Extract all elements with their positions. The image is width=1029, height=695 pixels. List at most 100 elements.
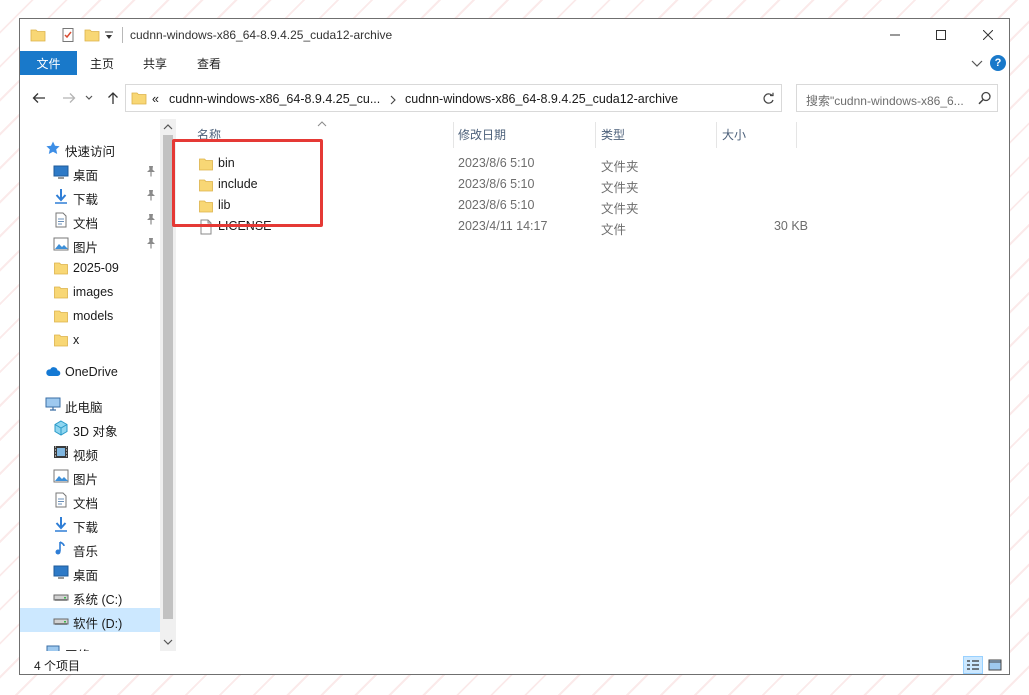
expand-ribbon-icon[interactable] [971,58,983,72]
column-divider[interactable] [453,122,454,148]
sidebar-item-x[interactable]: x [20,328,160,352]
folder-icon [53,284,69,300]
sidebar-item-图片[interactable]: 图片 [20,232,160,256]
close-button[interactable] [965,19,1009,51]
help-icon[interactable]: ? [990,55,1006,71]
search-icon[interactable] [978,91,992,108]
column-divider[interactable] [716,122,717,148]
status-bar: 4 个项目 [20,653,1009,674]
item-count: 4 个项目 [34,659,81,673]
breadcrumb-current[interactable]: cudnn-windows-x86_64-8.9.4.25_cuda12-arc… [405,92,678,106]
sidebar-item-pc-3[interactable]: 文档 [20,488,160,512]
column-header-type[interactable]: 类型 [601,126,625,143]
video-icon [53,444,69,460]
desktop-icon [53,564,69,580]
details-view-button[interactable] [963,656,983,674]
tab-view[interactable]: 查看 [197,51,221,75]
customize-toolbar-icon[interactable] [104,29,114,44]
nav-label: 此电脑 [65,401,103,415]
nav-label: 快速访问 [65,145,116,159]
desktop-icon [53,164,69,180]
column-header-date[interactable]: 修改日期 [458,126,506,143]
forward-button[interactable] [59,88,79,108]
nav-label: images [73,285,114,299]
document-icon [53,212,69,228]
large-icons-view-button[interactable] [985,656,1005,674]
column-divider[interactable] [796,122,797,148]
sidebar-item-pc-1[interactable]: 视频 [20,440,160,464]
nav-quick-access[interactable]: 快速访问 [20,136,160,160]
scroll-down-icon[interactable] [163,639,173,646]
new-folder-icon[interactable] [84,27,100,46]
search-input[interactable]: 搜索"cudnn-windows-x86_6... [796,84,998,112]
sidebar-item-下载[interactable]: 下载 [20,184,160,208]
navigation-bar: « cudnn-windows-x86_64-8.9.4.25_cu... cu… [20,81,1009,115]
sidebar-item-pc-0[interactable]: 3D 对象 [20,416,160,440]
picture-icon [53,236,69,252]
highlight-box [172,139,323,227]
file-date: 2023/8/6 5:10 [458,198,535,212]
up-button[interactable] [103,88,123,108]
sidebar-item-images[interactable]: images [20,280,160,304]
breadcrumb-overflow[interactable]: « [152,92,159,106]
recent-locations-button[interactable] [83,88,95,108]
file-type: 文件 [601,223,627,237]
refresh-button[interactable] [756,84,782,112]
column-divider[interactable] [595,122,596,148]
sidebar-item-pc-5[interactable]: 音乐 [20,536,160,560]
sidebar-item-pc-4[interactable]: 下载 [20,512,160,536]
nav-label: 下载 [73,193,99,207]
file-type: 文件夹 [601,160,639,174]
file-size: 30 KB [773,219,808,233]
sidebar-item-pc-2[interactable]: 图片 [20,464,160,488]
window-title: cudnn-windows-x86_64-8.9.4.25_cuda12-arc… [130,28,393,42]
address-bar[interactable]: « cudnn-windows-x86_64-8.9.4.25_cu... cu… [125,84,864,112]
file-date: 2023/8/6 5:10 [458,177,535,191]
tab-file[interactable]: 文件 [20,51,77,75]
nav-label: 图片 [73,473,99,487]
download-icon [53,516,69,532]
nav-label: 文档 [73,217,99,231]
file-date: 2023/8/6 5:10 [458,156,535,170]
minimize-button[interactable] [872,19,918,51]
nav-network[interactable]: 网络 [20,640,160,651]
cloud-icon [45,364,61,380]
title-bar: cudnn-windows-x86_64-8.9.4.25_cuda12-arc… [20,19,1009,51]
sidebar-item-pc-6[interactable]: 桌面 [20,560,160,584]
document-icon [53,492,69,508]
nav-this-pc[interactable]: 此电脑 [20,392,160,416]
nav-label: 视频 [73,449,99,463]
sidebar-item-桌面[interactable]: 桌面 [20,160,160,184]
pin-icon [146,213,156,228]
sidebar-item-pc-7[interactable]: 系统 (C:) [20,584,160,608]
tab-share[interactable]: 共享 [143,51,167,75]
3d-objects-icon [53,420,69,436]
sort-ascending-icon [317,116,327,130]
breadcrumb-parent[interactable]: cudnn-windows-x86_64-8.9.4.25_cu... [169,92,380,106]
nav-label: 图片 [73,241,99,255]
nav-label: 文档 [73,497,99,511]
pin-icon [146,237,156,252]
ribbon-tab-bar: 文件 主页 共享 查看 ? [20,51,1009,75]
search-placeholder: 搜索"cudnn-windows-x86_6... [806,94,964,108]
nav-onedrive[interactable]: OneDrive [20,360,160,384]
nav-label: 音乐 [73,545,99,559]
properties-icon[interactable] [60,27,76,46]
sidebar-item-models[interactable]: models [20,304,160,328]
folder-icon [53,260,69,276]
maximize-button[interactable] [918,19,964,51]
file-date: 2023/4/11 14:17 [458,219,548,233]
drive-icon [53,588,69,604]
nav-label: 下载 [73,521,99,535]
folder-icon [131,90,147,109]
sidebar-item-2025-09[interactable]: 2025-09 [20,256,160,280]
column-header-size[interactable]: 大小 [722,126,746,143]
sidebar-item-pc-8[interactable]: 软件 (D:) [20,608,160,632]
tab-home[interactable]: 主页 [90,51,114,75]
pin-icon [146,165,156,180]
chevron-right-icon[interactable] [390,94,396,108]
star-icon [45,140,61,156]
scroll-up-icon[interactable] [163,123,173,130]
sidebar-item-文档[interactable]: 文档 [20,208,160,232]
back-button[interactable] [29,88,49,108]
